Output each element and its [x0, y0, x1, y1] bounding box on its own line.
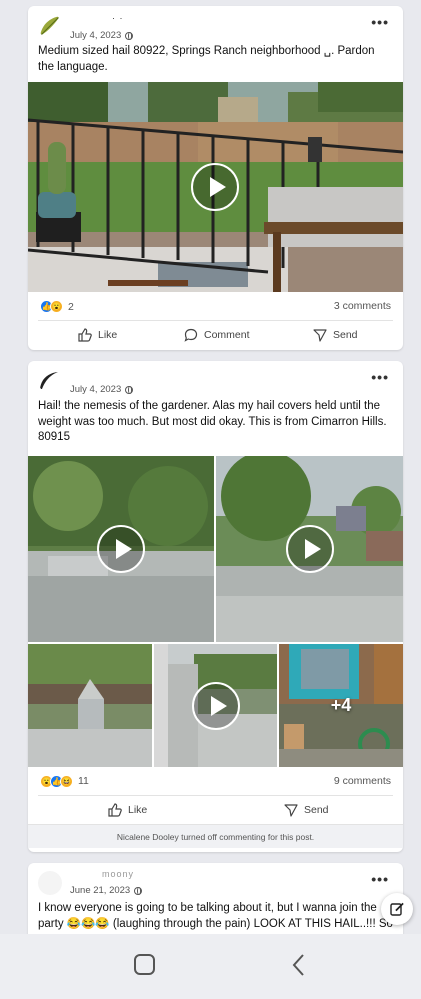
grid-video-3[interactable]	[154, 643, 277, 767]
post-media-grid: +4	[28, 455, 403, 767]
post-text: I know everyone is going to be talking a…	[38, 902, 393, 930]
reactions-summary[interactable]: 😮 👍 😆 11	[40, 774, 89, 788]
play-icon[interactable]	[192, 681, 240, 730]
post-meta: June 21, 2023	[70, 885, 143, 896]
post-date[interactable]: July 4, 2023	[70, 30, 121, 41]
public-globe-icon	[125, 31, 134, 40]
compose-icon	[390, 902, 404, 916]
more-options-icon[interactable]: •••	[371, 872, 389, 886]
grid-video-1[interactable]	[28, 455, 214, 642]
post-text: Medium sized hail 80922, Springs Ranch n…	[38, 45, 375, 73]
post-header: moony June 21, 2023 •••	[28, 863, 403, 901]
reaction-count: 2	[68, 300, 74, 313]
home-icon[interactable]	[134, 954, 155, 975]
commenting-off-notice: Nicalene Dooley turned off commenting fo…	[28, 823, 403, 848]
system-navigation-bar	[0, 934, 421, 999]
post-date[interactable]: June 21, 2023	[70, 885, 130, 896]
send-icon	[313, 329, 327, 342]
like-label: Like	[98, 329, 118, 341]
post-card: moony June 21, 2023 ••• I know everyone …	[28, 863, 403, 934]
more-options-icon[interactable]: •••	[371, 15, 389, 29]
grid-photo-more[interactable]: +4	[279, 643, 403, 767]
news-feed: · · July 4, 2023 ••• Medium sized hail 8…	[0, 0, 421, 934]
comment-bubble-icon	[184, 328, 198, 342]
like-label: Like	[128, 803, 148, 816]
reactions-summary[interactable]: 👍 😮 2	[40, 300, 74, 313]
post-video[interactable]	[28, 82, 403, 292]
like-button[interactable]: Like	[78, 328, 117, 342]
post-author[interactable]: · ·	[112, 13, 124, 23]
send-icon	[284, 803, 298, 817]
post-actions: Like Comment Send	[28, 321, 403, 349]
wow-reaction-icon: 😮	[50, 300, 63, 313]
play-icon[interactable]	[286, 524, 334, 573]
back-icon[interactable]	[288, 953, 312, 977]
post-author[interactable]: moony	[102, 869, 134, 879]
public-globe-icon	[134, 886, 143, 895]
play-icon[interactable]	[191, 163, 239, 211]
comments-count[interactable]: 3 comments	[334, 300, 391, 312]
public-globe-icon	[125, 385, 134, 394]
thumbs-up-icon	[78, 328, 92, 342]
post-actions: Like Send	[28, 796, 403, 824]
post-stats: 👍 😮 2 3 comments	[28, 292, 403, 320]
photo-thumbnail	[28, 643, 152, 767]
post-stats: 😮 👍 😆 11 9 comments	[28, 767, 403, 795]
grid-video-2[interactable]	[216, 455, 403, 642]
haha-reaction-icon: 😆	[60, 774, 73, 788]
post-header: · · July 4, 2023 •••	[28, 6, 403, 44]
send-label: Send	[333, 329, 358, 341]
post-card: July 4, 2023 ••• Hail! the nemesis of th…	[28, 361, 403, 852]
send-label: Send	[304, 803, 329, 816]
like-button[interactable]: Like	[108, 802, 148, 817]
compose-button[interactable]	[381, 893, 413, 925]
post-header: July 4, 2023 •••	[28, 361, 403, 399]
more-photos-count: +4	[330, 694, 352, 715]
comments-count[interactable]: 9 comments	[334, 775, 391, 787]
more-options-icon[interactable]: •••	[371, 370, 389, 384]
thumbs-up-icon	[108, 802, 122, 817]
post-meta: July 4, 2023	[70, 384, 134, 395]
avatar[interactable]	[38, 369, 62, 393]
comment-label: Comment	[204, 329, 250, 341]
reaction-count: 11	[78, 775, 89, 787]
avatar[interactable]	[38, 14, 62, 38]
send-button[interactable]: Send	[284, 803, 329, 817]
grid-photo-1[interactable]	[28, 643, 152, 767]
post-text: Hail! the nemesis of the gardener. Alas …	[38, 400, 387, 443]
comment-button[interactable]: Comment	[184, 328, 250, 342]
post-meta: July 4, 2023	[70, 30, 134, 41]
play-icon[interactable]	[97, 524, 145, 573]
send-button[interactable]: Send	[313, 328, 358, 342]
post-card: · · July 4, 2023 ••• Medium sized hail 8…	[28, 6, 403, 350]
post-date[interactable]: July 4, 2023	[70, 384, 121, 395]
avatar[interactable]	[38, 871, 62, 895]
